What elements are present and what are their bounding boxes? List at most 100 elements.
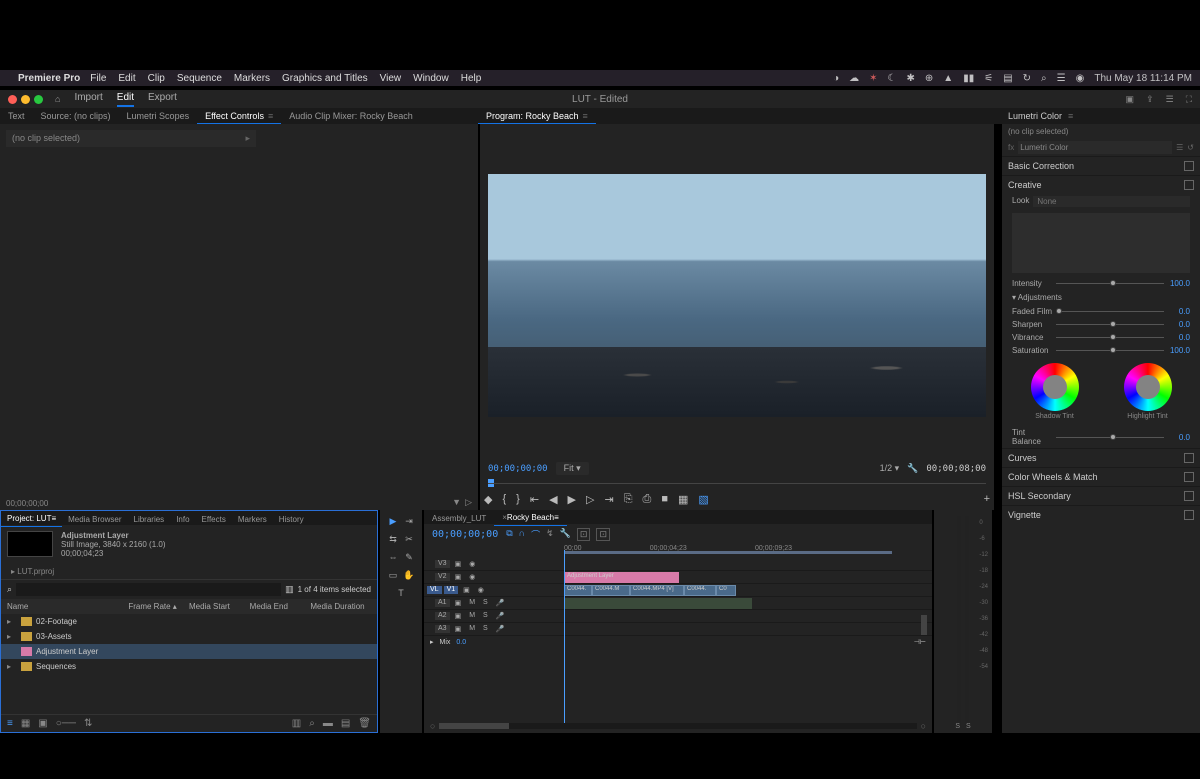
track-v1[interactable]: C0044. C0044.M C0044.MP4 [V] C0044. C0 xyxy=(524,584,932,596)
video-clip[interactable]: C0 xyxy=(716,585,736,596)
marker-icon[interactable]: ◆ xyxy=(484,493,492,506)
wifi-icon[interactable]: ⚟ xyxy=(984,73,993,84)
shadow-tint-wheel[interactable] xyxy=(1031,363,1079,411)
look-dropdown[interactable]: None xyxy=(1033,196,1190,207)
icon-view-icon[interactable]: ▦ xyxy=(21,718,30,729)
section-hsl[interactable]: HSL Secondary xyxy=(1002,486,1200,505)
reset-icon[interactable]: ↺ xyxy=(1187,143,1194,152)
window-maximize[interactable] xyxy=(34,95,43,104)
intensity-value[interactable]: 100.0 xyxy=(1168,279,1190,288)
section-basic[interactable]: Basic Correction xyxy=(1002,156,1200,175)
window-close[interactable] xyxy=(8,95,17,104)
tab-markers[interactable]: Markers xyxy=(232,511,273,527)
status-icon[interactable]: ☁ xyxy=(849,73,859,84)
project-filename[interactable]: LUT.prproj xyxy=(17,567,54,576)
hscroll-thumb[interactable] xyxy=(439,723,509,729)
intensity-slider[interactable] xyxy=(1056,283,1164,284)
menu-markers[interactable]: Markers xyxy=(234,73,270,84)
control-center-icon[interactable]: ☰ xyxy=(1057,73,1066,84)
adjustments-label[interactable]: ▾ Adjustments xyxy=(1012,293,1062,302)
tab-media-browser[interactable]: Media Browser xyxy=(62,511,127,527)
menu-file[interactable]: File xyxy=(90,73,106,84)
status-icon[interactable]: ▤ xyxy=(1003,73,1012,84)
trash-icon[interactable]: 🗑 xyxy=(358,718,371,729)
cc-icon[interactable]: ⊡ xyxy=(596,528,610,541)
tab-text[interactable]: Text xyxy=(0,108,33,124)
resolution-dropdown[interactable]: 1/2 ▾ xyxy=(880,463,900,474)
tab-source[interactable]: Source: (no clips) xyxy=(33,108,119,124)
vibrance-slider[interactable] xyxy=(1056,337,1164,338)
menu-icon[interactable]: ☰ xyxy=(1176,143,1183,152)
status-icon[interactable]: ⊕ xyxy=(925,73,933,84)
video-clip[interactable]: C0044.MP4 [V] xyxy=(630,585,684,596)
tc-left[interactable]: 00;00;00;00 xyxy=(488,464,548,474)
clock[interactable]: Thu May 18 11:14 PM xyxy=(1094,73,1192,84)
home-icon[interactable]: ⌂ xyxy=(55,94,60,104)
menu-help[interactable]: Help xyxy=(461,73,482,84)
track-select-tool[interactable]: ⇥ xyxy=(402,514,416,528)
status-icon[interactable]: ◑ xyxy=(833,73,839,84)
status-icon[interactable]: ✶ xyxy=(869,73,877,84)
scroll-right[interactable]: ○ xyxy=(921,721,926,731)
saturation-slider[interactable] xyxy=(1056,350,1164,351)
bin-row[interactable]: ▸02-Footage xyxy=(1,614,377,629)
snap-icon[interactable]: ⧉ xyxy=(506,528,512,541)
menu-sequence[interactable]: Sequence xyxy=(177,73,222,84)
fadedfilm-slider[interactable] xyxy=(1056,311,1164,312)
add-button-icon[interactable]: + xyxy=(984,493,990,506)
video-clip[interactable]: C0044.M xyxy=(592,585,630,596)
tab-rocky-beach[interactable]: × Rocky Beach ≡ xyxy=(494,510,566,526)
menu-view[interactable]: View xyxy=(380,73,402,84)
step-fwd-icon[interactable]: ▷ xyxy=(586,493,594,506)
goto-in-icon[interactable]: ⇤ xyxy=(530,493,539,506)
nav-import[interactable]: Import xyxy=(74,92,102,107)
siri-icon[interactable]: ◉ xyxy=(1076,73,1085,84)
col-name[interactable]: Name xyxy=(7,602,128,611)
col-mediadur[interactable]: Media Duration xyxy=(310,602,371,611)
tab-audio-mixer[interactable]: Audio Clip Mixer: Rocky Beach xyxy=(281,108,421,124)
menu-window[interactable]: Window xyxy=(413,73,449,84)
bin-row[interactable]: ▸03-Assets xyxy=(1,629,377,644)
sharpen-slider[interactable] xyxy=(1056,324,1164,325)
find-icon[interactable]: ⌕ xyxy=(309,718,315,729)
tab-effects[interactable]: Effects xyxy=(196,511,232,527)
settings-icon[interactable]: ↯ xyxy=(546,528,554,541)
out-icon[interactable]: } xyxy=(516,493,520,506)
list-view-icon[interactable]: ≡ xyxy=(7,718,13,729)
share-icon[interactable]: ⇪ xyxy=(1146,94,1154,105)
zoom-slider[interactable]: ○── xyxy=(56,718,76,729)
bin-row-selected[interactable]: Adjustment Layer xyxy=(1,644,377,659)
menu-graphics[interactable]: Graphics and Titles xyxy=(282,73,368,84)
search-icon[interactable]: ⌕ xyxy=(1041,73,1047,84)
rect-tool[interactable]: ▭ xyxy=(386,568,400,582)
workspace-icon[interactable]: ▣ xyxy=(1126,94,1135,105)
ripple-tool[interactable]: ⇆ xyxy=(386,532,400,546)
extract-icon[interactable]: ⎙ xyxy=(643,493,652,506)
cc-icon[interactable]: ⊡ xyxy=(577,528,591,541)
tintbalance-slider[interactable] xyxy=(1056,437,1164,438)
new-bin-icon[interactable]: ▥ xyxy=(292,718,301,729)
filter-icon[interactable]: ▼ xyxy=(452,497,461,508)
section-curves[interactable]: Curves xyxy=(1002,448,1200,467)
fullscreen-icon[interactable]: ⛶ xyxy=(1186,94,1192,105)
menu-edit[interactable]: Edit xyxy=(118,73,135,84)
timeline-tc[interactable]: 00;00;00;00 xyxy=(432,529,498,540)
video-clip[interactable]: C0044. xyxy=(684,585,716,596)
nav-export[interactable]: Export xyxy=(148,92,177,107)
new-folder-icon[interactable]: ▬ xyxy=(323,718,333,729)
lumetri-title[interactable]: Lumetri Color xyxy=(1008,111,1062,121)
col-mediastart[interactable]: Media Start xyxy=(189,602,250,611)
play-icon[interactable]: ▶ xyxy=(568,493,576,506)
linked-icon[interactable]: ∩ xyxy=(519,528,525,541)
wrench-icon[interactable]: 🔧 xyxy=(560,528,571,541)
wrench-icon[interactable]: 🔧 xyxy=(907,463,918,474)
track-v2[interactable]: Adjustment Layer xyxy=(524,571,932,583)
video-preview[interactable] xyxy=(488,174,986,417)
goto-out-icon[interactable]: ⇥ xyxy=(604,493,613,506)
section-creative[interactable]: Creative xyxy=(1002,175,1200,194)
freeform-icon[interactable]: ▣ xyxy=(38,718,47,729)
export-frame-icon[interactable]: ■ xyxy=(661,493,668,506)
bluetooth-icon[interactable]: ✱ xyxy=(907,73,915,84)
tab-effect-controls[interactable]: Effect Controls≡ xyxy=(197,108,281,124)
razor-tool[interactable]: ✂ xyxy=(402,532,416,546)
